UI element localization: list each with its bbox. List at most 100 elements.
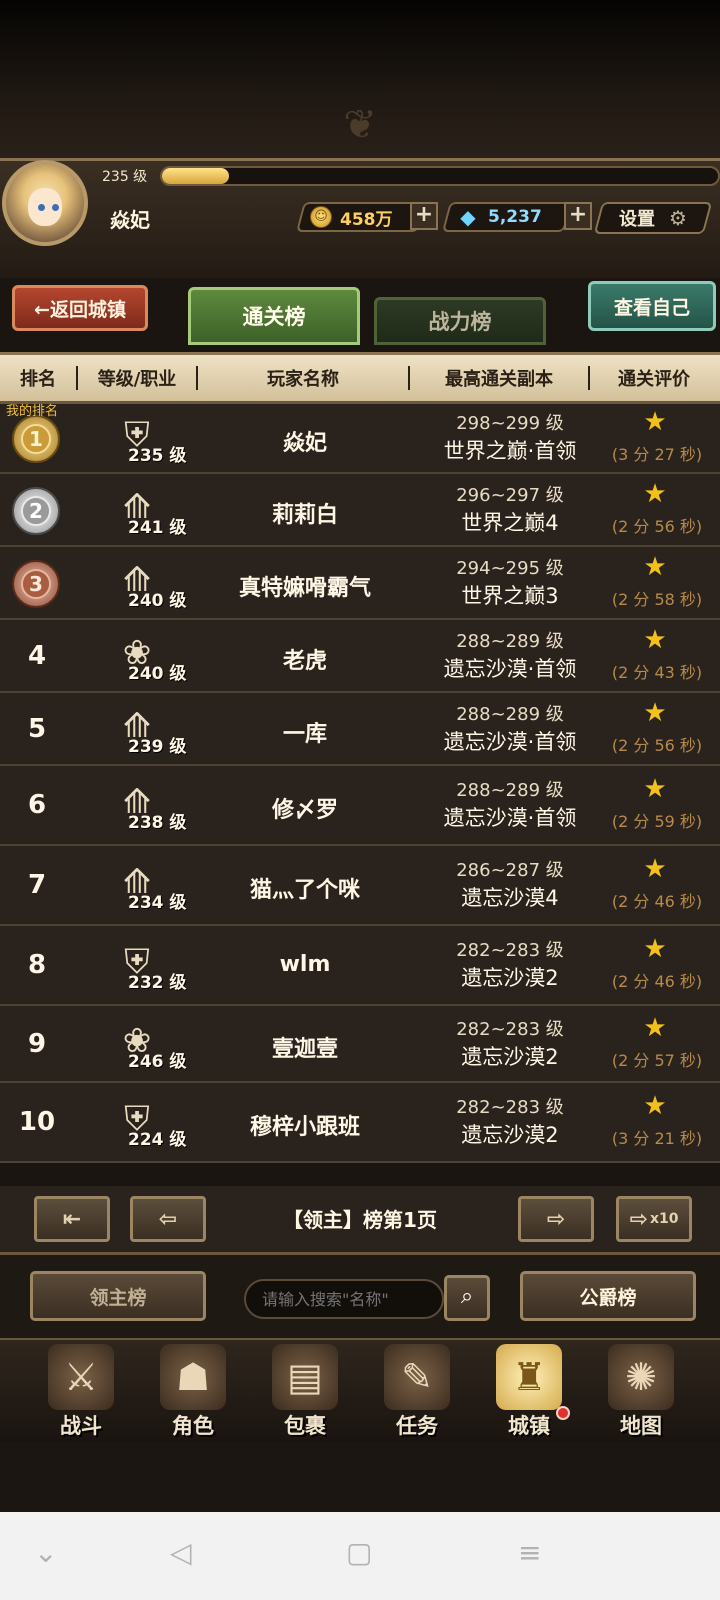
star-icon: ★ xyxy=(643,551,667,582)
skip-10-pages-button[interactable]: ⇨ x10 xyxy=(616,1196,692,1242)
clear-time: (2 分 57 秒) xyxy=(611,1050,703,1070)
avatar-eye xyxy=(52,204,59,211)
settings-label: 设置 xyxy=(619,209,656,230)
star-icon: ★ xyxy=(643,1012,667,1043)
bottom-menu: ⚔ 战斗 ☗ 角色 ▤ 包裹 ✎ 任务 ♜ 城镇 ✺ 地图 xyxy=(0,1338,720,1442)
menu-item-quest[interactable]: ✎ 任务 xyxy=(362,1340,472,1444)
table-row[interactable]: 10 ⛨ 224 级穆梓小跟班 282~283 级遗忘沙漠2 ★ (3 分 21 秒) xyxy=(0,1083,720,1163)
player-level: 246 级 xyxy=(128,1051,187,1072)
gold-display: ☺ 458万 xyxy=(295,202,427,232)
home-icon[interactable]: ▢ xyxy=(346,1536,372,1569)
player-name: 真特嫲嗗霸气 xyxy=(238,575,371,601)
menu-item-map[interactable]: ✺ 地图 xyxy=(586,1340,696,1444)
first-page-button[interactable]: ⇤ xyxy=(34,1196,110,1242)
character-icon: ☗ xyxy=(160,1344,226,1410)
duke-ranking-button[interactable]: 公爵榜 xyxy=(520,1271,696,1321)
table-row[interactable]: 5 ⟰ 239 级一库 288~289 级遗忘沙漠·首领 ★ (2 分 56 秒) xyxy=(0,693,720,766)
dungeon-name: 世界之巅·首领 xyxy=(443,439,577,463)
menu-label: 角色 xyxy=(172,1414,214,1438)
table-row[interactable]: 7 ⟰ 234 级猫灬了个咪 286~287 级遗忘沙漠4 ★ (2 分 46 秒) xyxy=(0,846,720,926)
player-level: 238 级 xyxy=(128,813,187,833)
next-page-button[interactable]: ⇨ xyxy=(518,1196,594,1242)
settings-button[interactable]: 设置 ⚙ xyxy=(593,202,713,234)
back-to-town-button[interactable]: ←返回城镇 xyxy=(12,285,148,331)
dungeon-name: 遗忘沙漠·首领 xyxy=(443,806,577,830)
dungeon-name: 世界之巅4 xyxy=(461,510,559,535)
menu-label: 战斗 xyxy=(60,1414,102,1438)
view-self-button[interactable]: 查看自己 xyxy=(588,281,716,331)
gem-value: 5,237 xyxy=(488,207,542,227)
prev-page-button[interactable]: ⇦ xyxy=(130,1196,206,1242)
table-row[interactable]: 8 ⛨ 232 级 wlm 282~283 级遗忘沙漠2 ★ (2 分 46 秒) xyxy=(0,926,720,1006)
star-icon: ★ xyxy=(643,854,667,884)
star-icon: ★ xyxy=(643,934,667,964)
chevron-down-icon[interactable]: ⌄ xyxy=(34,1536,57,1569)
star-icon: ★ xyxy=(643,624,667,655)
x10-label: x10 xyxy=(649,1211,679,1227)
col-best-dungeon: 最高通关副本 xyxy=(445,369,553,390)
lord-ranking-button[interactable]: 领主榜 xyxy=(30,1271,206,1321)
back-icon[interactable]: ◁ xyxy=(170,1536,192,1569)
clear-time: (2 分 56 秒) xyxy=(611,735,703,755)
notification-dot xyxy=(556,1406,570,1420)
dungeon-name: 世界之巅3 xyxy=(461,583,559,608)
rank-medal-icon: 2 xyxy=(12,486,60,535)
player-name: 莉莉白 xyxy=(271,502,338,528)
gear-icon: ⚙ xyxy=(669,206,687,230)
star-icon: ★ xyxy=(643,478,667,509)
player-name: 焱妃 xyxy=(110,208,150,232)
rank-number: 7 xyxy=(27,870,47,900)
star-icon: ★ xyxy=(643,774,667,804)
avatar[interactable] xyxy=(2,160,88,246)
menu-label: 包裹 xyxy=(284,1414,326,1438)
add-gems-button[interactable]: + xyxy=(564,202,592,230)
coin-icon: ☺ xyxy=(310,206,332,228)
player-name: 老虎 xyxy=(282,648,327,674)
search-button[interactable]: ⌕ xyxy=(444,1275,490,1321)
dungeon-level: 296~297 级 xyxy=(456,484,564,506)
dungeon-name: 遗忘沙漠4 xyxy=(461,886,559,910)
page-label: 【领主】榜第1页 xyxy=(283,1208,437,1232)
add-gold-button[interactable]: + xyxy=(410,202,438,230)
battle-icon: ⚔ xyxy=(48,1344,114,1410)
gem-icon: ◆ xyxy=(460,205,476,229)
col-rating: 通关评价 xyxy=(618,369,690,390)
player-level: 241 级 xyxy=(128,517,187,538)
dungeon-level: 282~283 级 xyxy=(456,940,564,961)
star-icon: ★ xyxy=(643,407,667,437)
player-name: 焱妃 xyxy=(282,431,327,456)
rank-number: 10 xyxy=(18,1107,56,1137)
dungeon-level: 282~283 级 xyxy=(456,1018,564,1040)
search-input[interactable] xyxy=(244,1279,444,1319)
tab-clear-ranking[interactable]: 通关榜 xyxy=(188,287,360,345)
table-row[interactable]: 9 ❀ 246 级壹迦壹 282~283 级遗忘沙漠2 ★ (2 分 57 秒) xyxy=(0,1006,720,1083)
table-row[interactable]: 3 ⟰ 240 级真特嫲嗗霸气 294~295 级世界之巅3 ★ (2 分 58 秒) xyxy=(0,547,720,620)
player-name: 一库 xyxy=(282,721,327,747)
player-name: 壹迦壹 xyxy=(271,1036,338,1062)
clear-time: (2 分 59 秒) xyxy=(611,812,703,831)
menu-item-bag[interactable]: ▤ 包裹 xyxy=(250,1340,360,1444)
xp-bar xyxy=(160,166,720,186)
rank-number: 9 xyxy=(27,1028,47,1059)
xp-fill xyxy=(162,168,229,184)
dungeon-level: 298~299 级 xyxy=(456,413,564,434)
table-row[interactable]: 6 ⟰ 238 级修〆罗 288~289 级遗忘沙漠·首领 ★ (2 分 59 秒) xyxy=(0,766,720,846)
col-rank: 排名 xyxy=(20,369,56,390)
clear-time: (2 分 46 秒) xyxy=(611,972,703,991)
clear-time: (2 分 56 秒) xyxy=(611,516,703,536)
table-row[interactable]: 4 ❀ 240 级老虎 288~289 级遗忘沙漠·首领 ★ (2 分 43 秒) xyxy=(0,620,720,693)
player-level: 239 级 xyxy=(128,736,187,757)
dungeon-name: 遗忘沙漠2 xyxy=(461,1044,559,1069)
menu-icon[interactable]: ≡ xyxy=(518,1536,541,1569)
player-name: wlm xyxy=(279,952,331,977)
menu-item-battle[interactable]: ⚔ 战斗 xyxy=(26,1340,136,1444)
dungeon-level: 294~295 级 xyxy=(456,557,564,579)
gem-display: ◆ 5,237 xyxy=(441,202,573,232)
avatar-eye xyxy=(38,204,45,211)
table-row[interactable]: 2 ⟰ 241 级莉莉白 296~297 级世界之巅4 ★ (2 分 56 秒) xyxy=(0,474,720,547)
table-row[interactable]: 1 ⛨ 235 级焱妃 298~299 级世界之巅·首领 ★ (3 分 27 秒) xyxy=(0,404,720,474)
menu-item-town[interactable]: ♜ 城镇 xyxy=(474,1340,584,1444)
dungeon-level: 286~287 级 xyxy=(456,860,564,881)
tab-power-ranking[interactable]: 战力榜 xyxy=(374,297,546,345)
menu-item-character[interactable]: ☗ 角色 xyxy=(138,1340,248,1444)
